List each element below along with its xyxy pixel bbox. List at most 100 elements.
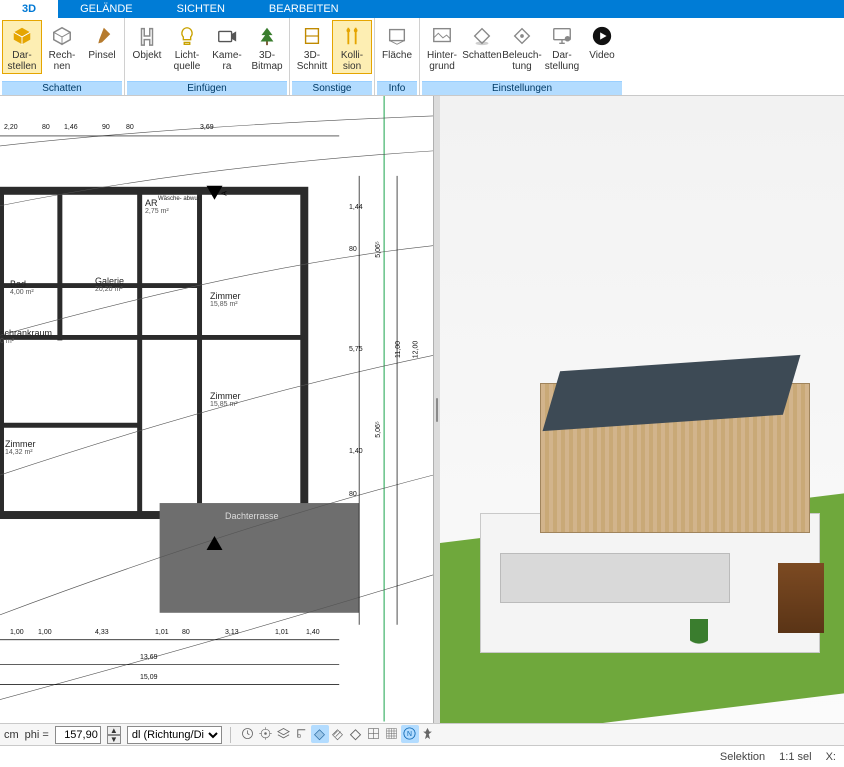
render-door xyxy=(778,563,824,633)
room-label-schrank: schrankraum0 m² xyxy=(0,328,52,345)
ribbon-group-label: Sonstige xyxy=(292,81,372,95)
dim-r-1: 80 xyxy=(349,246,357,253)
tab-3d[interactable]: 3D xyxy=(0,0,58,18)
schnitt3d-label: 3D-Schnitt xyxy=(297,50,328,72)
shadow-icon xyxy=(470,24,494,48)
status-stack-toggle[interactable] xyxy=(275,725,293,743)
pinsel-label: Pinsel xyxy=(88,50,115,61)
dim-b-1: 1,00 xyxy=(38,629,52,636)
bitmap3d-button[interactable]: 3D-Bitmap xyxy=(247,20,287,74)
hintergrund-button[interactable]: Hinter-grund xyxy=(422,20,462,74)
ribbon-group-label: Info xyxy=(377,81,417,95)
phi-spin-down[interactable]: ▼ xyxy=(107,735,121,744)
status-clock-toggle[interactable] xyxy=(239,725,257,743)
rechnen-button[interactable]: Rech-nen xyxy=(42,20,82,74)
schatten-button[interactable]: Schatten xyxy=(462,20,502,74)
ribbon-group-info: Fläche Info xyxy=(374,18,419,95)
lichtquelle-label: Licht-quelle xyxy=(174,50,201,72)
info-bar: Selektion 1:1 sel X: xyxy=(0,745,844,767)
view-2d-floorplan[interactable]: A Bad4,00 m² schrankraum0 m² Galerie20,2… xyxy=(0,96,434,723)
objekt-button[interactable]: Objekt xyxy=(127,20,167,74)
dim-b-6: 1,01 xyxy=(275,629,289,636)
ribbon-group-sonstige: 3D-SchnittKolli-sion Sonstige xyxy=(289,18,374,95)
ribbon-group-einstellungen: Hinter-grund SchattenBeleuch-tungDar-stel… xyxy=(419,18,624,95)
phi-spin-up[interactable]: ▲ xyxy=(107,726,121,735)
dim-top-3: 90 xyxy=(102,124,110,131)
dim-rt-3: 5,06⁵ xyxy=(375,421,382,438)
status-pin-toggle[interactable] xyxy=(419,725,437,743)
unit-label: cm xyxy=(4,729,19,741)
tab-sichten[interactable]: SICHTEN xyxy=(155,0,247,18)
schnitt3d-button[interactable]: 3D-Schnitt xyxy=(292,20,332,74)
status-gridmain-toggle[interactable] xyxy=(365,725,383,743)
room-label-zimmer-bot: Zimmer14,32 m² xyxy=(5,439,36,456)
schatten-label: Schatten xyxy=(462,50,501,61)
dim-rt-1: 11,00 xyxy=(395,341,402,358)
kamera-button[interactable]: Kame-ra xyxy=(207,20,247,74)
tab-bearbeiten[interactable]: BEARBEITEN xyxy=(247,0,361,18)
light-icon xyxy=(510,24,534,48)
beleuchtung-label: Beleuch-tung xyxy=(502,50,541,72)
ribbon-tab-strip: 3DGELÄNDESICHTENBEARBEITEN xyxy=(0,0,844,18)
view-3d-render[interactable] xyxy=(440,96,844,723)
beleuchtung-button[interactable]: Beleuch-tung xyxy=(502,20,542,74)
status-gridfine-toggle[interactable] xyxy=(383,725,401,743)
kamera-label: Kame-ra xyxy=(212,50,241,72)
video-label: Video xyxy=(589,50,614,61)
room-label-zimmer-top: Zimmer15,85 m² xyxy=(210,291,241,308)
dl-select[interactable]: dl (Richtung/Di xyxy=(127,726,222,744)
status-perp-toggle[interactable] xyxy=(293,725,311,743)
collision-icon xyxy=(340,24,364,48)
dim-b-5: 3,13 xyxy=(225,629,239,636)
info-scale: 1:1 sel xyxy=(779,751,811,763)
ribbon-group-label: Schatten xyxy=(2,81,122,95)
darstellung-button[interactable]: Dar-stellung xyxy=(542,20,582,74)
chair-icon xyxy=(135,24,159,48)
ribbon-group-einfügen: Objekt Licht-quelle Kame-ra 3D-Bitmap Einfüg… xyxy=(124,18,289,95)
status-nkey-toggle[interactable]: N xyxy=(401,725,419,743)
ribbon-group-label: Einfügen xyxy=(127,81,287,95)
room-label-dach: Dachterrasse xyxy=(225,511,279,521)
room-label-galerie: Galerie20,20 m² xyxy=(95,276,124,293)
render-plant xyxy=(690,619,708,653)
svg-text:N: N xyxy=(407,731,412,738)
video-button[interactable]: Video xyxy=(582,20,622,74)
ribbon-group-schatten: Dar-stellen Rech-nen Pinsel Schatten xyxy=(0,18,124,95)
tree-icon xyxy=(255,24,279,48)
lichtquelle-button[interactable]: Licht-quelle xyxy=(167,20,207,74)
dim-b-3: 1,01 xyxy=(155,629,169,636)
dim-r-0: 1,44 xyxy=(349,204,363,211)
dim-top-4: 80 xyxy=(126,124,134,131)
bulb-icon xyxy=(175,24,199,48)
room-label-ar-note: Wäsche- abwurf xyxy=(158,196,188,202)
status-target-toggle[interactable] xyxy=(257,725,275,743)
phi-input[interactable] xyxy=(55,726,101,744)
dim-top-5: 3,69 xyxy=(200,124,214,131)
kollision-button[interactable]: Kolli-sion xyxy=(332,20,372,74)
status-plane1-toggle[interactable] xyxy=(311,725,329,743)
play-icon xyxy=(590,24,614,48)
dim-b-0: 1,00 xyxy=(10,629,24,636)
status-plane3-toggle[interactable] xyxy=(347,725,365,743)
status-toggle-row: N xyxy=(239,725,437,745)
cube-outline-icon xyxy=(50,24,74,48)
dim-rt-0: 5,06⁵ xyxy=(375,241,382,258)
hintergrund-label: Hinter-grund xyxy=(427,50,457,72)
darstellen-button[interactable]: Dar-stellen xyxy=(2,20,42,74)
rechnen-label: Rech-nen xyxy=(49,50,76,72)
dim-r-4: 80 xyxy=(349,491,357,498)
brush-icon xyxy=(90,24,114,48)
ribbon-group-label: Einstellungen xyxy=(422,81,622,95)
flaeche-button[interactable]: Fläche xyxy=(377,20,417,63)
info-selektion: Selektion xyxy=(720,751,765,763)
dim-top-1: 80 xyxy=(42,124,50,131)
svg-text:A: A xyxy=(221,191,228,196)
tab-gelände[interactable]: GELÄNDE xyxy=(58,0,155,18)
info-coord: X: xyxy=(826,751,836,763)
dim-bt-0: 13,69 xyxy=(140,654,158,661)
cube-icon xyxy=(10,24,34,48)
dim-b-2: 4,33 xyxy=(95,629,109,636)
status-plane2-toggle[interactable] xyxy=(329,725,347,743)
dim-top-0: 2,20 xyxy=(4,124,18,131)
pinsel-button[interactable]: Pinsel xyxy=(82,20,122,74)
